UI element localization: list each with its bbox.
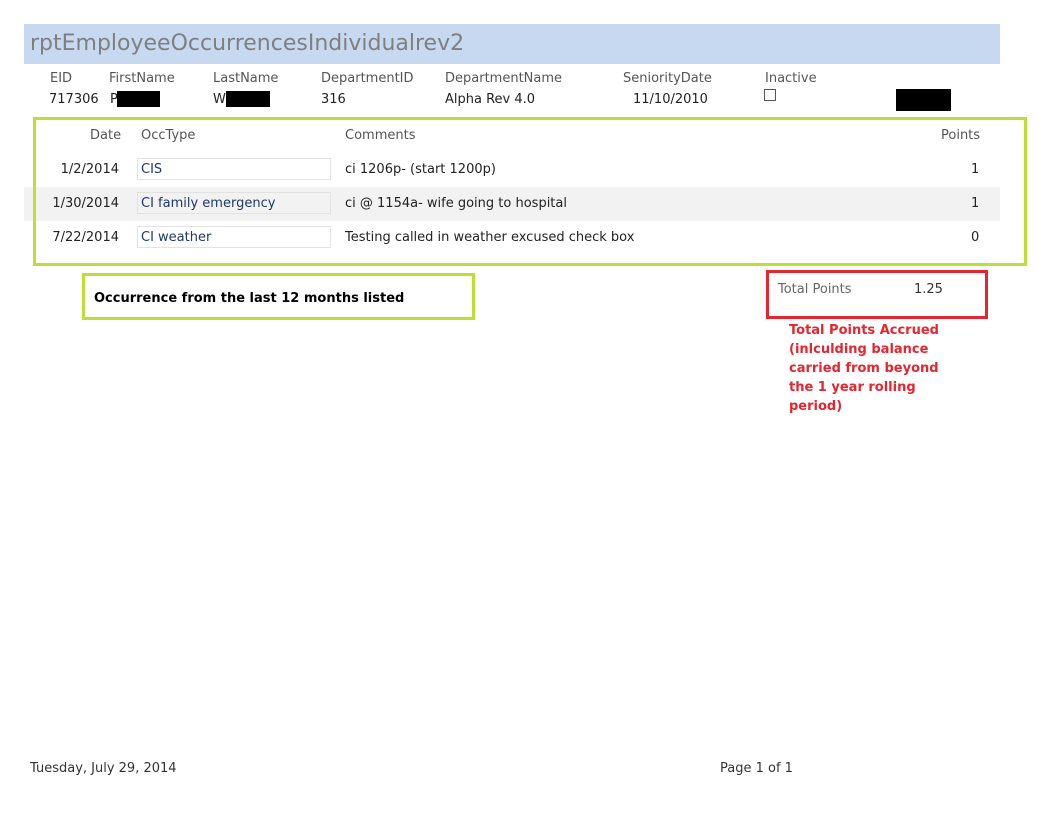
table-row-date: 1/30/2014 (52, 196, 119, 211)
column-header-date: Date (90, 128, 122, 143)
column-header-occtype: OccType (141, 128, 196, 143)
table-row-occtype: CI weather (137, 226, 331, 248)
value-eid: 717306 (49, 92, 99, 107)
total-points-label: Total Points (778, 282, 852, 297)
report-title: rptEmployeeOccurrencesIndividualrev2 (30, 31, 465, 56)
table-row-comments: Testing called in weather excused check … (345, 230, 635, 245)
column-header-points: Points (941, 128, 981, 143)
occurrence-note: Occurrence from the last 12 months liste… (94, 291, 405, 306)
table-row-comments: ci @ 1154a- wife going to hospital (345, 196, 567, 211)
table-row-occtype: CIS (137, 158, 331, 180)
table-row-date: 1/2/2014 (60, 162, 119, 177)
column-header-comments: Comments (345, 128, 416, 143)
total-points-note: Total Points Accrued (inlculding balance… (789, 323, 939, 414)
header-department-name: DepartmentName (445, 71, 563, 86)
table-row-date: 7/22/2014 (52, 230, 119, 245)
header-eid: EID (50, 71, 73, 86)
header-inactive: Inactive (765, 71, 817, 86)
table-row-points: 1 (971, 162, 980, 177)
total-points-value: 1.25 (914, 282, 943, 297)
value-department-name: Alpha Rev 4.0 (445, 92, 536, 107)
inactive-checkbox[interactable] (764, 89, 776, 101)
value-seniority-date: 11/10/2010 (633, 92, 708, 107)
table-row-points: 1 (971, 196, 980, 211)
table-row-occtype: CI family emergency (137, 192, 331, 214)
redaction-block (896, 89, 951, 111)
redaction-block (117, 91, 160, 107)
header-last-name: LastName (213, 71, 279, 86)
header-first-name: FirstName (109, 71, 175, 86)
table-row-points: 0 (971, 230, 980, 245)
value-last-name: W (213, 92, 226, 107)
footer-page-number: Page 1 of 1 (720, 761, 793, 776)
header-seniority-date: SeniorityDate (623, 71, 712, 86)
redaction-block (226, 91, 270, 107)
footer-date: Tuesday, July 29, 2014 (30, 761, 177, 776)
header-department-id: DepartmentID (321, 71, 414, 86)
value-department-id: 316 (321, 92, 346, 107)
table-row-comments: ci 1206p- (start 1200p) (345, 162, 496, 177)
